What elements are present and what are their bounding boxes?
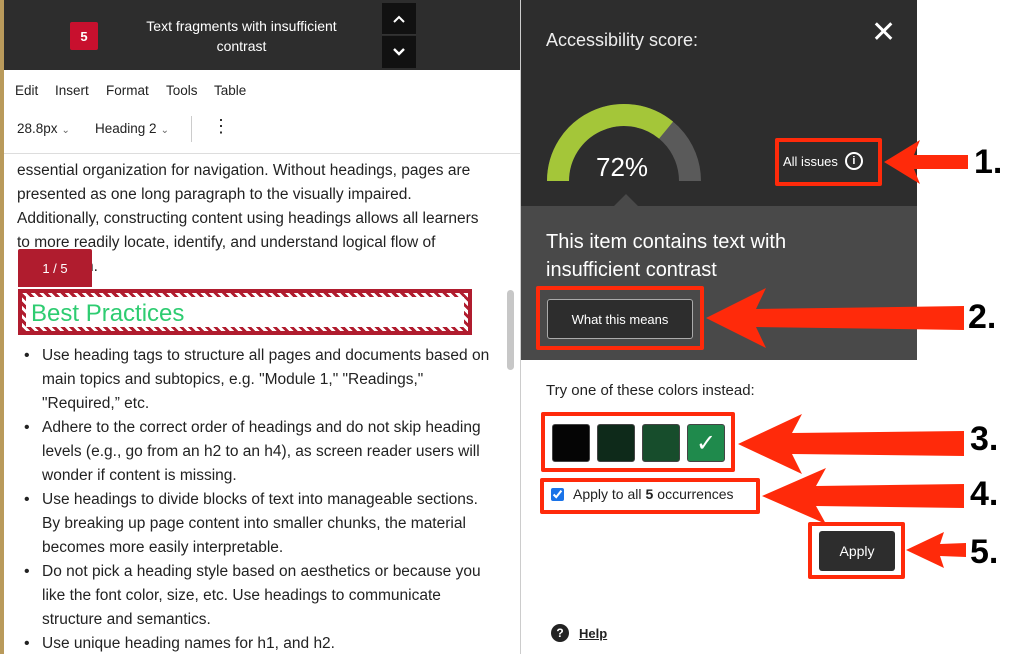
annotation-arrow-4 xyxy=(762,468,964,524)
annotation-number-4: 4. xyxy=(970,475,999,513)
annotation-arrow-2 xyxy=(706,288,964,348)
annotation-arrow-3 xyxy=(738,414,964,474)
annotation-number-3: 3. xyxy=(970,420,999,458)
annotation-arrows xyxy=(706,140,968,568)
annotation-arrow-1 xyxy=(884,140,968,184)
annotation-number-2: 2. xyxy=(968,298,997,336)
annotation-number-5: 5. xyxy=(970,533,999,571)
annotation-number-1: 1. xyxy=(974,143,1003,181)
screen: 5 Text fragments with insufficient contr… xyxy=(0,0,1016,654)
annotation-arrow-5 xyxy=(906,532,966,568)
